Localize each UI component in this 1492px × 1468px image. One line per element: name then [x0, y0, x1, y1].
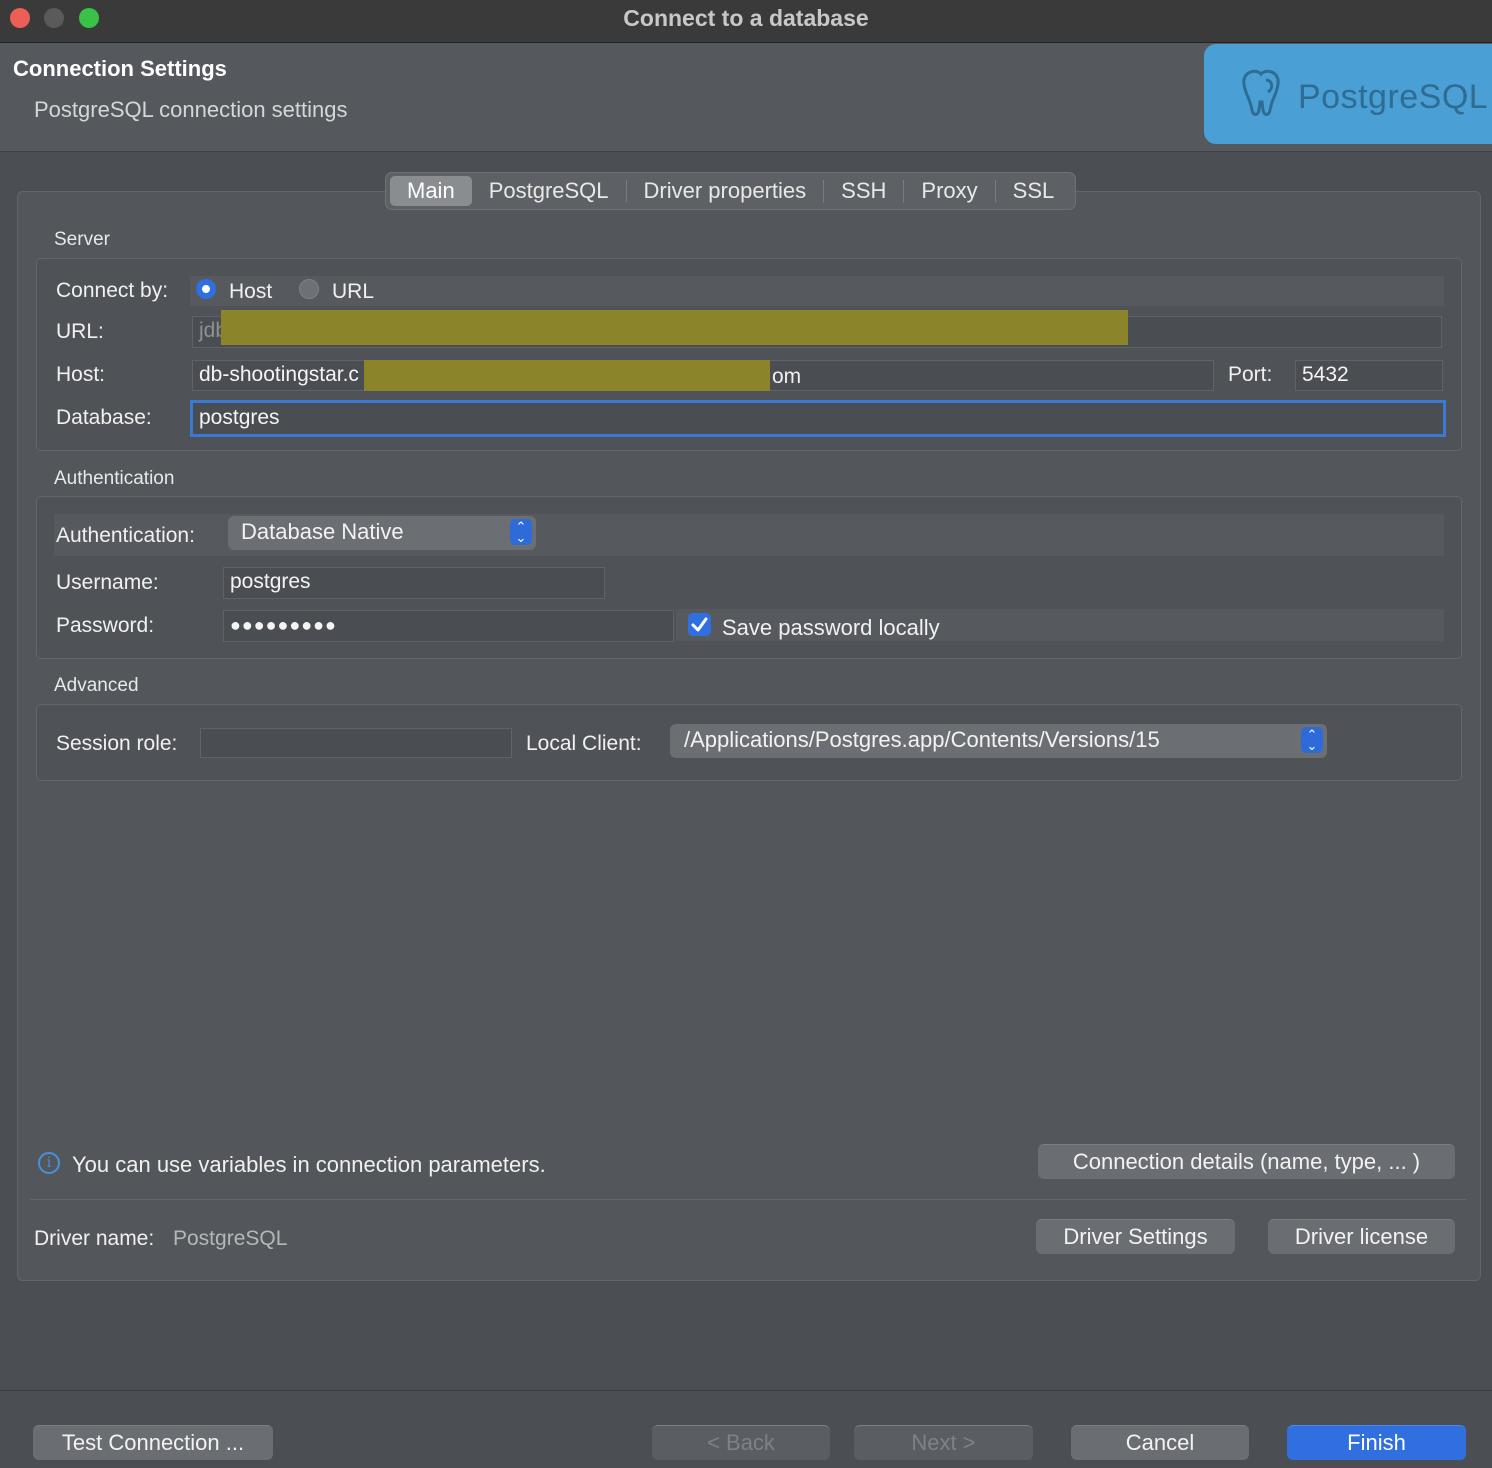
chevron-updown-icon: ⌃ ⌄ [510, 519, 532, 545]
test-connection-button[interactable]: Test Connection ... [33, 1425, 273, 1460]
port-label: Port: [1228, 363, 1273, 386]
page-title: Connection Settings [13, 56, 227, 81]
username-field[interactable]: postgres [223, 567, 605, 599]
radio-url-label[interactable]: URL [332, 280, 374, 304]
save-password-label[interactable]: Save password locally [722, 615, 940, 641]
finish-button[interactable]: Finish [1287, 1425, 1466, 1460]
port-field[interactable]: 5432 [1295, 360, 1443, 391]
title-bar: Connect to a database [0, 0, 1492, 43]
server-section-label: Server [54, 229, 110, 250]
authentication-select[interactable]: Database Native ⌃ ⌄ [228, 516, 536, 550]
port-value: 5432 [1302, 363, 1349, 386]
password-field[interactable]: ●●●●●●●●● [223, 610, 674, 642]
connection-details-button[interactable]: Connection details (name, type, ... ) [1038, 1144, 1455, 1179]
tab-driver-properties[interactable]: Driver properties [627, 176, 824, 206]
advanced-section-label: Advanced [54, 675, 139, 696]
next-button[interactable]: Next > [854, 1425, 1033, 1460]
username-value: postgres [230, 570, 311, 593]
window-title: Connect to a database [623, 5, 869, 31]
local-client-label: Local Client: [526, 732, 642, 755]
connect-by-row [190, 276, 1444, 306]
session-role-label: Session role: [56, 732, 178, 755]
authentication-section-label: Authentication [54, 468, 175, 489]
info-icon: i [38, 1152, 60, 1174]
radio-url[interactable] [299, 279, 319, 299]
logo-text: PostgreSQL [1298, 78, 1489, 116]
host-value-end: om [772, 365, 802, 388]
page-subtitle: PostgreSQL connection settings [34, 97, 348, 122]
authentication-select-value: Database Native [241, 519, 404, 544]
database-label: Database: [56, 406, 152, 429]
session-role-field[interactable] [200, 728, 512, 758]
driver-name-value: PostgreSQL [173, 1227, 288, 1250]
save-password-checkbox[interactable] [688, 613, 711, 636]
driver-name-label: Driver name: [34, 1227, 155, 1250]
divider [30, 1199, 1466, 1200]
driver-settings-button[interactable]: Driver Settings [1036, 1219, 1235, 1254]
tab-ssh[interactable]: SSH [824, 176, 903, 206]
tab-main[interactable]: Main [390, 176, 472, 206]
redaction-block [364, 360, 770, 391]
database-value: postgres [199, 406, 280, 429]
driver-license-button[interactable]: Driver license [1268, 1219, 1455, 1254]
password-label: Password: [56, 614, 155, 637]
tab-postgresql[interactable]: PostgreSQL [472, 176, 626, 206]
footer-divider [0, 1390, 1492, 1391]
database-field[interactable]: postgres [190, 400, 1446, 437]
info-text: You can use variables in connection para… [72, 1152, 546, 1177]
radio-host-label[interactable]: Host [229, 280, 272, 304]
local-client-value: /Applications/Postgres.app/Contents/Vers… [684, 727, 1160, 752]
password-value: ●●●●●●●●● [230, 615, 337, 635]
chevron-updown-icon: ⌃ ⌄ [1301, 727, 1323, 753]
url-label: URL: [56, 320, 104, 343]
tab-bar: Main PostgreSQL Driver properties SSH Pr… [385, 172, 1077, 210]
username-label: Username: [56, 571, 159, 594]
elephant-icon [1242, 69, 1280, 116]
redaction-block [221, 310, 1128, 345]
tab-proxy[interactable]: Proxy [904, 176, 994, 206]
radio-host[interactable] [196, 279, 216, 299]
host-value-start: db-shootingstar.c [199, 363, 359, 386]
back-button[interactable]: < Back [652, 1425, 830, 1460]
local-client-select[interactable]: /Applications/Postgres.app/Contents/Vers… [670, 724, 1327, 758]
tab-ssl[interactable]: SSL [996, 176, 1072, 206]
connect-by-label: Connect by: [56, 279, 169, 302]
host-label: Host: [56, 363, 106, 386]
postgresql-logo: PostgreSQL [1204, 44, 1492, 144]
cancel-button[interactable]: Cancel [1071, 1425, 1249, 1460]
authentication-label: Authentication: [56, 524, 195, 547]
checkmark-icon [691, 617, 708, 632]
